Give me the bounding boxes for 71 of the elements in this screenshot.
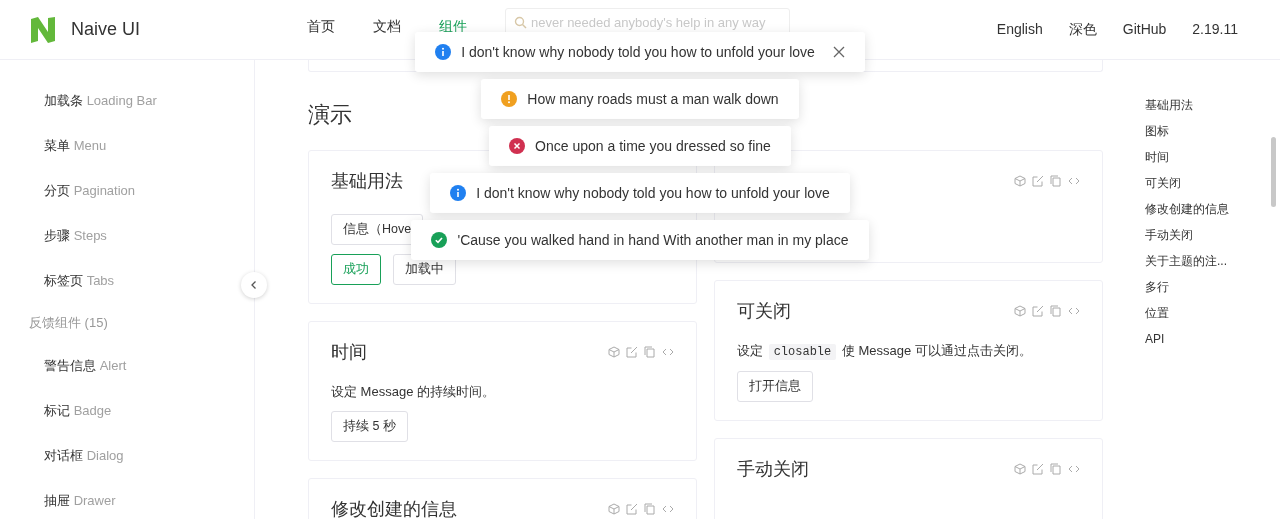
anchor-link[interactable]: 可关闭 [1145, 170, 1229, 196]
edit-icon [1032, 175, 1044, 187]
card-description: 设定 closable 使 Message 可以通过点击关闭。 [737, 342, 1033, 362]
sidebar-item[interactable]: 对话框 Dialog [44, 433, 124, 478]
anchor-link[interactable]: API [1145, 326, 1229, 352]
nav-link[interactable]: 文档 [373, 18, 401, 33]
search-icon [514, 16, 527, 29]
edit-icon [1032, 305, 1044, 317]
demo-button[interactable]: 成功 [331, 254, 381, 285]
section-heading: 演示 [308, 102, 353, 128]
card-description: 设定 Message 的持续时间。 [331, 383, 496, 401]
chevron-left-icon [249, 280, 259, 290]
card-title: 可关闭 [737, 300, 791, 323]
cube-icon [608, 346, 620, 358]
cube-icon [1014, 305, 1026, 317]
cube-icon [1014, 463, 1026, 475]
header-link[interactable]: GitHub [1122, 20, 1167, 39]
sidebar-item[interactable]: 标签页 Tabs [44, 258, 115, 303]
message-text: How many roads must a man walk down [527, 91, 779, 107]
card-title: 时间 [331, 341, 367, 364]
copy-icon [644, 503, 656, 515]
sidebar-item[interactable]: 步骤 Steps [44, 213, 107, 258]
scrollbar[interactable] [1271, 137, 1276, 207]
anchor-link[interactable]: 修改创建的信息 [1145, 196, 1229, 222]
header-link[interactable]: 2.19.11 [1192, 20, 1238, 39]
message-text: I don't know why nobody told you how to unfold your love [476, 185, 830, 201]
logo-text[interactable]: Naive UI [71, 19, 141, 40]
close-icon[interactable] [832, 46, 845, 58]
message-text: Once upon a time you dressed so fine [535, 138, 771, 154]
copy-icon [1050, 175, 1062, 187]
sidebar-item[interactable]: 分页 Pagination [44, 168, 136, 213]
demo-button[interactable]: 信息（Hove [331, 214, 424, 245]
header-link[interactable]: 深色 [1068, 20, 1097, 39]
logo-icon [30, 15, 56, 44]
cube-icon [1014, 175, 1026, 187]
anchor-link[interactable]: 时间 [1145, 144, 1229, 170]
card-title: 修改创建的信息 [331, 498, 457, 519]
code-icon [1068, 175, 1080, 187]
collapse-button[interactable] [241, 272, 267, 298]
code-icon [662, 503, 674, 515]
code-icon [1068, 305, 1080, 317]
code-icon [1068, 463, 1080, 475]
anchor-link[interactable]: 多行 [1145, 274, 1229, 300]
code-icon [662, 346, 674, 358]
anchor-link[interactable]: 关于主题的注... [1145, 248, 1229, 274]
sidebar-item[interactable]: 加载条 Loading Bar [44, 78, 157, 123]
edit-icon [626, 346, 638, 358]
anchor-link[interactable]: 基础用法 [1145, 92, 1229, 118]
edit-icon [626, 503, 638, 515]
anchor-link[interactable]: 位置 [1145, 300, 1229, 326]
edit-icon [1032, 463, 1044, 475]
card-title: 基础用法 [331, 170, 403, 193]
anchor-link[interactable]: 手动关闭 [1145, 222, 1229, 248]
sidebar-group-label: 反馈组件 (15) [28, 314, 109, 332]
copy-icon [1050, 463, 1062, 475]
demo-button[interactable]: 持续 5 秒 [331, 411, 408, 442]
copy-icon [1050, 305, 1062, 317]
copy-icon [644, 346, 656, 358]
sidebar-item[interactable]: 警告信息 Alert [44, 343, 127, 388]
anchor-link[interactable]: 图标 [1145, 118, 1229, 144]
cube-icon [608, 503, 620, 515]
sidebar-item[interactable]: 抽屉 Drawer [44, 478, 116, 519]
header-link[interactable]: English [996, 20, 1043, 39]
sidebar-item[interactable]: 菜单 Menu [44, 123, 107, 168]
message-text: 'Cause you walked hand in hand With another man in my place [457, 232, 849, 248]
nav-link[interactable]: 首页 [307, 18, 335, 33]
sidebar-item[interactable]: 标记 Badge [44, 388, 112, 433]
message-text: I don't know why nobody told you how to unfold your love [461, 44, 815, 60]
nav-link[interactable]: 组件 [439, 18, 467, 33]
card-title: 手动关闭 [737, 458, 809, 481]
demo-button[interactable]: 打开信息 [737, 371, 813, 402]
